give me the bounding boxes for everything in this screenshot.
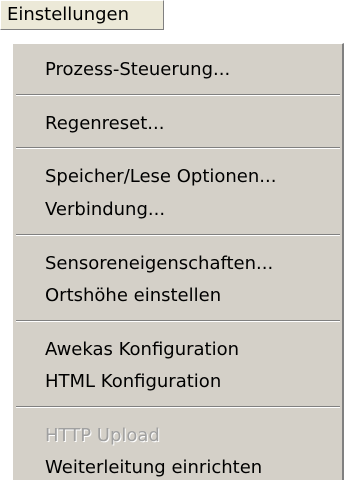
menu-separator: [16, 320, 340, 322]
dropdown-menu: Prozess-Steuerung... Regenreset... Speic…: [12, 43, 344, 480]
menu-einstellungen[interactable]: Einstellungen: [0, 0, 164, 30]
menu-item-awekas-konfiguration[interactable]: Awekas Konfiguration: [13, 334, 343, 366]
menu-separator: [16, 406, 340, 408]
menu-separator: [16, 94, 340, 96]
menu-item-speicher-lese-optionen[interactable]: Speicher/Lese Optionen...: [13, 161, 343, 193]
menu-item-regenreset[interactable]: Regenreset...: [13, 108, 343, 140]
menu-item-verbindung[interactable]: Verbindung...: [13, 194, 343, 226]
menu-item-prozess-steuerung[interactable]: Prozess-Steuerung...: [13, 54, 343, 86]
menu-separator: [16, 147, 340, 149]
menu-item-html-konfiguration[interactable]: HTML Konfiguration: [13, 366, 343, 398]
menu-item-http-upload: HTTP Upload: [45, 425, 160, 446]
menu-separator: [16, 234, 340, 236]
menu-item-weiterleitung-einrichten[interactable]: Weiterleitung einrichten: [13, 452, 343, 480]
menu-item-sensoreneigenschaften[interactable]: Sensoreneigenschaften...: [13, 248, 343, 280]
menu-item-ortshoehe-einstellen[interactable]: Ortshöhe einstellen: [13, 280, 343, 312]
